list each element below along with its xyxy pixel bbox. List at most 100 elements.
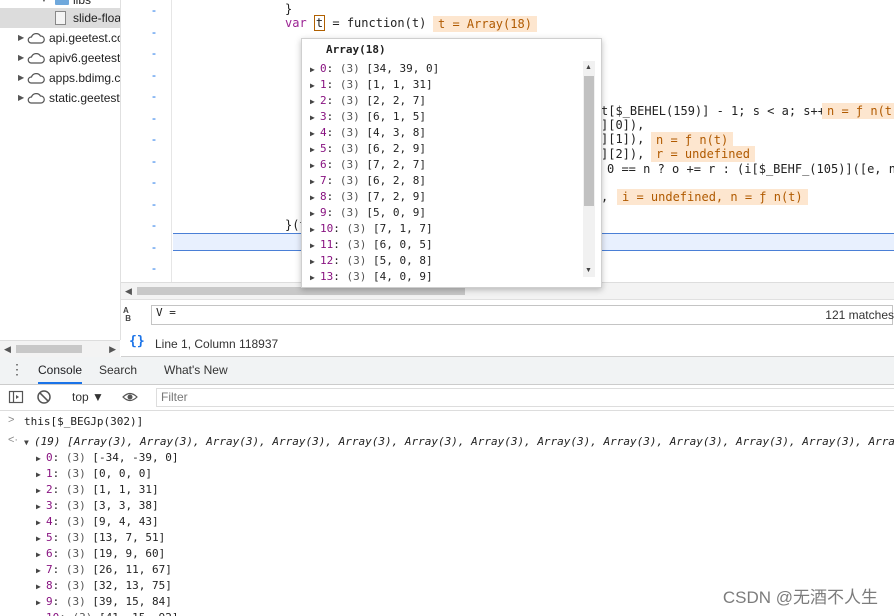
array-length: (3)	[65, 595, 86, 608]
line-marker: -	[152, 25, 156, 39]
chevron-right-icon[interactable]: ▶	[36, 499, 46, 515]
chevron-right-icon[interactable]: ▶	[18, 68, 24, 88]
code-variable-t[interactable]: t	[313, 15, 326, 31]
scroll-up-icon[interactable]: ▲	[585, 64, 592, 71]
line-marker: -	[152, 240, 156, 254]
sidebar-toggle-icon[interactable]	[8, 389, 24, 405]
chevron-right-icon[interactable]: ▶	[36, 483, 46, 499]
array-value: [13, 7, 51]	[92, 531, 166, 544]
chevron-right-icon[interactable]: ▶	[36, 467, 46, 483]
console-array-item[interactable]: ▶ 9: (3) [39, 15, 84]	[36, 594, 172, 610]
console-array-item[interactable]: ▶ 7: (3) [26, 11, 67]	[36, 562, 172, 578]
popover-array-item[interactable]: ▶ 7: (3) [6, 2, 8]	[310, 173, 426, 189]
chevron-right-icon[interactable]: ▶	[310, 142, 320, 158]
tab-search[interactable]: Search	[99, 357, 137, 384]
chevron-right-icon[interactable]: ▶	[310, 126, 320, 142]
chevron-right-icon[interactable]: ▶	[36, 563, 46, 579]
popover-array-item[interactable]: ▶ 11: (3) [6, 0, 5]	[310, 237, 433, 253]
more-options-icon[interactable]: ⋮	[10, 362, 24, 376]
chevron-down-icon[interactable]: ▼	[24, 435, 34, 451]
chevron-right-icon[interactable]: ▶	[310, 190, 320, 206]
line-gutter[interactable]: - - - - - - - - - - - - -	[121, 0, 172, 282]
scroll-left-icon[interactable]: ◀	[125, 283, 132, 299]
chevron-right-icon[interactable]: ▶	[36, 547, 46, 563]
console-array-item[interactable]: ▶ 8: (3) [32, 13, 75]	[36, 578, 172, 594]
chevron-right-icon[interactable]: ▶	[36, 451, 46, 467]
popover-array-item[interactable]: ▶ 4: (3) [4, 3, 8]	[310, 125, 426, 141]
console-array-item[interactable]: ▶ 0: (3) [-34, -39, 0]	[36, 450, 178, 466]
popover-array-item[interactable]: ▶ 8: (3) [7, 2, 9]	[310, 189, 426, 205]
input-prompt-icon: >	[8, 414, 15, 426]
chevron-right-icon[interactable]: ▶	[310, 270, 320, 286]
popover-array-item[interactable]: ▶ 3: (3) [6, 1, 5]	[310, 109, 426, 125]
chevron-right-icon[interactable]: ▶	[36, 611, 46, 616]
array-value: [2, 2, 7]	[366, 94, 426, 107]
eye-icon[interactable]	[122, 389, 138, 405]
scroll-left-icon[interactable]: ◀	[4, 341, 11, 357]
array-value: [5, 0, 9]	[366, 206, 426, 219]
console-array-item[interactable]: ▶ 3: (3) [3, 3, 38]	[36, 498, 159, 514]
popover-array-item[interactable]: ▶ 12: (3) [5, 0, 8]	[310, 253, 433, 269]
scrollbar-thumb[interactable]	[16, 345, 82, 353]
tree-horizontal-scrollbar[interactable]: ◀ ▶	[0, 340, 120, 357]
code-line: ][2]),	[601, 147, 645, 161]
popover-array-item[interactable]: ▶ 0: (3) [34, 39, 0]	[310, 61, 439, 77]
console-result-summary[interactable]: ▼ (19) [Array(3), Array(3), Array(3), Arr…	[24, 434, 894, 450]
popover-array-item[interactable]: ▶ 9: (3) [5, 0, 9]	[310, 205, 426, 221]
search-input[interactable]: V =	[151, 305, 893, 325]
popover-array-item[interactable]: ▶ 6: (3) [7, 2, 7]	[310, 157, 426, 173]
popover-array-item[interactable]: ▶ 13: (3) [4, 0, 9]	[310, 269, 433, 285]
chevron-right-icon[interactable]: ▶	[310, 62, 320, 78]
popover-array-item[interactable]: ▶ 1: (3) [1, 1, 31]	[310, 77, 433, 93]
chevron-right-icon[interactable]: ▶	[310, 254, 320, 270]
value-popover[interactable]: Array(18) ▶ 0: (3) [34, 39, 0] ▶ 1: (3) [1,…	[301, 38, 602, 288]
scrollbar-thumb[interactable]	[137, 287, 465, 295]
console-array-item[interactable]: ▶ 4: (3) [9, 4, 43]	[36, 514, 159, 530]
chevron-right-icon[interactable]: ▶	[310, 158, 320, 174]
tree-item-domain[interactable]: ▶ static.geetest	[0, 88, 120, 108]
chevron-right-icon[interactable]: ▶	[36, 515, 46, 531]
popover-scrollbar[interactable]: ▲ ▼	[583, 61, 595, 277]
array-value: [9, 4, 43]	[92, 515, 159, 528]
clear-console-icon[interactable]	[36, 389, 52, 405]
tab-console[interactable]: Console	[38, 357, 83, 384]
tree-item-domain[interactable]: ▶ apps.bdimg.c	[0, 68, 120, 88]
console-array-item[interactable]: ▶ 2: (3) [1, 1, 31]	[36, 482, 159, 498]
cloud-icon	[27, 93, 45, 104]
chevron-right-icon[interactable]: ▶	[18, 88, 24, 108]
console-array-item[interactable]: ▶ 5: (3) [13, 7, 51]	[36, 530, 165, 546]
tree-item-label: static.geetest	[49, 91, 120, 105]
chevron-right-icon[interactable]: ▶	[310, 110, 320, 126]
context-selector[interactable]: top ▼	[72, 390, 104, 404]
array-index: 4	[46, 515, 53, 528]
chevron-right-icon[interactable]: ▶	[18, 48, 24, 68]
chevron-right-icon[interactable]: ▶	[36, 579, 46, 595]
console-array-item[interactable]: ▶ 1: (3) [0, 0, 0]	[36, 466, 152, 482]
popover-array-item[interactable]: ▶ 2: (3) [2, 2, 7]	[310, 93, 426, 109]
chevron-right-icon[interactable]: ▶	[36, 595, 46, 611]
tree-item-domain[interactable]: ▶ api.geetest.co	[0, 28, 120, 48]
array-length: (3)	[339, 94, 360, 107]
chevron-right-icon[interactable]: ▶	[310, 78, 320, 94]
tree-item-slide-float[interactable]: slide-float	[0, 8, 120, 28]
chevron-right-icon[interactable]: ▶	[18, 28, 24, 48]
tab-whats-new[interactable]: What's New	[164, 357, 228, 384]
filter-input[interactable]: Filter	[156, 388, 894, 407]
chevron-right-icon[interactable]: ▶	[310, 238, 320, 254]
scrollbar-thumb[interactable]	[584, 76, 594, 206]
console-array-item[interactable]: ▶ 6: (3) [19, 9, 60]	[36, 546, 165, 562]
popover-array-item[interactable]: ▶ 5: (3) [6, 2, 9]	[310, 141, 426, 157]
chevron-right-icon[interactable]: ▶	[36, 531, 46, 547]
console-array-item[interactable]: ▶10: (3) [41, 15, 92]	[36, 610, 178, 616]
tree-item-domain[interactable]: ▶ apiv6.geetest	[0, 48, 120, 68]
chevron-right-icon[interactable]: ▶	[310, 94, 320, 110]
scroll-down-icon[interactable]: ▼	[585, 267, 592, 274]
popover-array-item[interactable]: ▶ 10: (3) [7, 1, 7]	[310, 221, 433, 237]
chevron-right-icon[interactable]: ▶	[310, 222, 320, 238]
chevron-right-icon[interactable]: ▶	[310, 174, 320, 190]
chevron-right-icon[interactable]: ▶	[310, 206, 320, 222]
pretty-print-icon[interactable]: {}	[129, 334, 145, 349]
match-case-icon[interactable]: A B	[123, 307, 131, 323]
console-input-line[interactable]: this[$_BEGJp(302)]	[24, 414, 143, 430]
scroll-right-icon[interactable]: ▶	[109, 341, 116, 357]
